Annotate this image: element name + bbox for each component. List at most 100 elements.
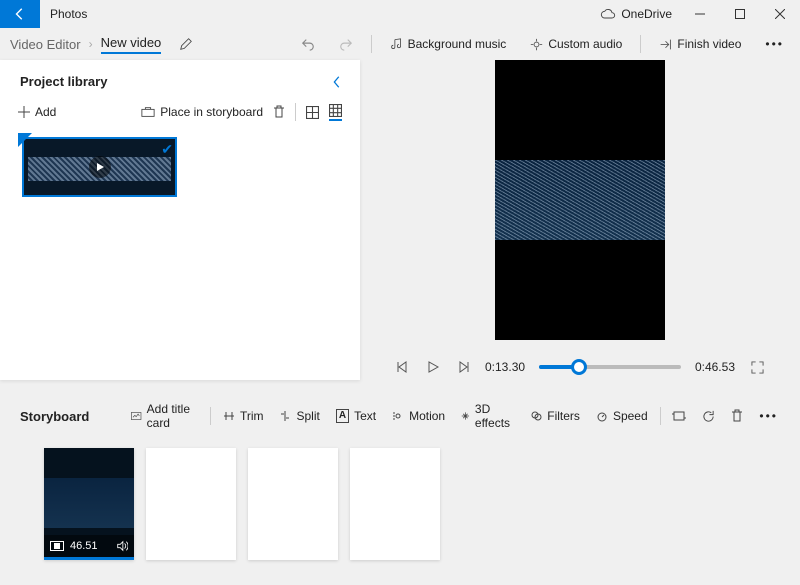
breadcrumb-root[interactable]: Video Editor <box>10 37 81 52</box>
speed-label: Speed <box>613 409 648 423</box>
trim-button[interactable]: Trim <box>219 407 268 425</box>
text-button[interactable]: A Text <box>332 407 380 425</box>
undo-button[interactable] <box>295 33 321 55</box>
playback-total-time: 0:46.53 <box>695 360 735 374</box>
cloud-icon <box>600 8 616 20</box>
rename-button[interactable] <box>179 37 193 51</box>
fullscreen-icon <box>751 361 764 374</box>
project-library-title: Project library <box>20 74 107 89</box>
finish-video-label: Finish video <box>677 37 741 51</box>
play-overlay-icon <box>89 156 111 178</box>
onedrive-button[interactable]: OneDrive <box>592 7 680 21</box>
speed-icon <box>596 410 608 422</box>
trim-icon <box>223 410 235 422</box>
divider <box>371 35 372 53</box>
background-music-button[interactable]: Background music <box>384 33 513 55</box>
medium-grid-button[interactable] <box>306 106 319 119</box>
delete-media-button[interactable] <box>273 105 285 119</box>
grid-3x3-icon <box>329 104 342 117</box>
volume-icon <box>116 540 128 552</box>
selected-check-icon: ✔ <box>161 141 173 158</box>
maximize-button[interactable] <box>720 0 760 28</box>
redo-button[interactable] <box>333 33 359 55</box>
collapse-library-button[interactable] <box>330 75 344 89</box>
3d-effects-button[interactable]: 3D effects <box>457 400 518 432</box>
place-in-storyboard-label: Place in storyboard <box>160 105 263 119</box>
export-icon <box>659 38 672 51</box>
text-icon: A <box>336 409 349 423</box>
library-media-item[interactable]: ✔ <box>22 137 177 197</box>
3d-effects-label: 3D effects <box>475 402 514 430</box>
filters-button[interactable]: Filters <box>526 407 584 425</box>
main-area: Project library Add Place in storyboard <box>0 60 800 380</box>
breadcrumb-current[interactable]: New video <box>101 35 162 54</box>
storyboard-icon <box>141 106 155 118</box>
grid-2x2-icon <box>306 106 319 119</box>
divider <box>295 103 296 121</box>
trash-icon <box>273 105 285 119</box>
delete-clip-button[interactable] <box>727 407 747 425</box>
trash-icon <box>731 409 743 423</box>
text-label: Text <box>354 409 376 423</box>
storyboard-title: Storyboard <box>20 409 89 424</box>
more-icon: ••• <box>759 409 778 423</box>
pencil-icon <box>179 37 193 51</box>
sparkle-icon <box>461 410 470 422</box>
divider <box>660 407 661 425</box>
trim-label: Trim <box>240 409 264 423</box>
onedrive-label: OneDrive <box>621 7 672 21</box>
filters-icon <box>530 410 542 422</box>
storyboard-empty-slot[interactable] <box>248 448 338 560</box>
previous-frame-button[interactable] <box>395 361 411 373</box>
project-library-panel: Project library Add Place in storyboard <box>0 60 360 380</box>
redo-icon <box>339 37 353 51</box>
next-frame-button[interactable] <box>455 361 471 373</box>
more-button[interactable]: ••• <box>759 33 790 55</box>
step-back-icon <box>397 361 409 373</box>
clip-duration: 46.51 <box>70 540 98 552</box>
resize-clip-button[interactable] <box>668 408 690 424</box>
fullscreen-button[interactable] <box>749 361 765 374</box>
step-forward-icon <box>457 361 469 373</box>
split-button[interactable]: Split <box>275 407 323 425</box>
split-icon <box>279 410 291 422</box>
video-preview[interactable] <box>495 60 665 340</box>
storyboard-clip[interactable]: 46.51 <box>44 448 134 560</box>
command-bar: Video Editor › New video Background musi… <box>0 28 800 60</box>
background-music-label: Background music <box>408 37 507 51</box>
chevron-right-icon: › <box>89 37 93 51</box>
close-button[interactable] <box>760 0 800 28</box>
minimize-button[interactable] <box>680 0 720 28</box>
crop-icon <box>672 410 686 422</box>
title-bar: Photos OneDrive <box>0 0 800 28</box>
divider <box>640 35 641 53</box>
storyboard-toolbar: Storyboard Add title card Trim Split A T… <box>0 390 800 432</box>
play-icon <box>427 361 439 373</box>
add-title-card-label: Add title card <box>147 402 199 430</box>
small-grid-button[interactable] <box>329 104 342 121</box>
more-icon: ••• <box>765 37 784 51</box>
add-media-button[interactable]: Add <box>18 105 56 119</box>
split-label: Split <box>296 409 319 423</box>
custom-audio-button[interactable]: Custom audio <box>524 33 628 55</box>
scrubber-knob[interactable] <box>571 359 587 375</box>
play-button[interactable] <box>425 361 441 373</box>
speed-button[interactable]: Speed <box>592 407 652 425</box>
add-title-card-button[interactable]: Add title card <box>127 400 202 432</box>
aspect-icon <box>50 541 64 551</box>
storyboard-empty-slot[interactable] <box>350 448 440 560</box>
plus-icon <box>18 106 30 118</box>
motion-label: Motion <box>409 409 445 423</box>
preview-panel: 0:13.30 0:46.53 <box>360 60 800 380</box>
title-card-icon <box>131 410 141 422</box>
finish-video-button[interactable]: Finish video <box>653 33 747 55</box>
rotate-clip-button[interactable] <box>698 408 719 425</box>
filters-label: Filters <box>547 409 580 423</box>
storyboard-empty-slot[interactable] <box>146 448 236 560</box>
storyboard-more-button[interactable]: ••• <box>755 407 782 425</box>
place-in-storyboard-button[interactable]: Place in storyboard <box>141 105 263 119</box>
playback-scrubber[interactable] <box>539 365 681 369</box>
back-button[interactable] <box>0 0 40 28</box>
motion-button[interactable]: Motion <box>388 407 449 425</box>
undo-icon <box>301 37 315 51</box>
